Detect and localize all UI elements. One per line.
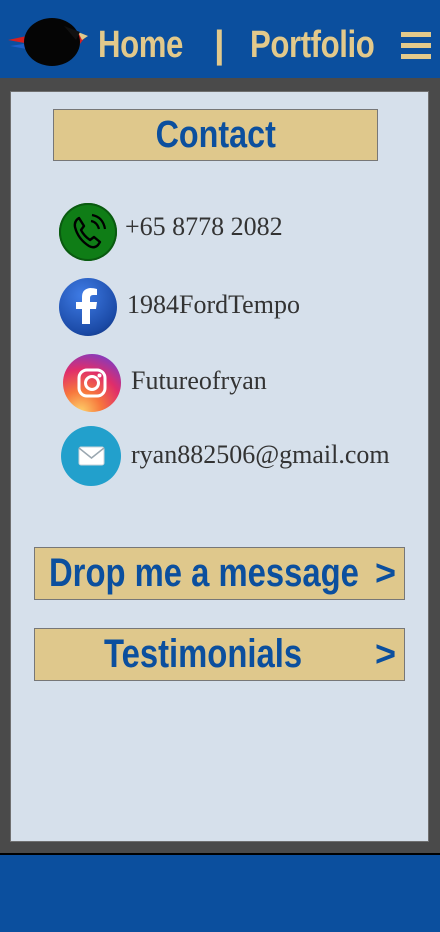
contact-facebook-text[interactable]: 1984FordTempo — [127, 290, 300, 320]
email-icon[interactable] — [61, 426, 121, 486]
contact-panel: Contact +65 8778 2082 1984FordTempo Futu… — [10, 91, 429, 842]
nav-separator: | — [214, 24, 225, 66]
nav-home-link[interactable]: Home — [98, 20, 183, 70]
contact-heading: Contact — [155, 114, 276, 156]
testimonials-arrow: > — [374, 633, 396, 674]
nav-portfolio-link[interactable]: Portfolio — [250, 20, 375, 70]
instagram-icon[interactable] — [63, 354, 121, 412]
facebook-icon[interactable] — [59, 278, 117, 336]
eagle-logo-icon[interactable] — [6, 14, 90, 70]
drop-message-button[interactable]: Drop me a message > — [34, 547, 405, 600]
testimonials-button[interactable]: Testimonials > — [34, 628, 405, 681]
footer-bar — [0, 853, 440, 932]
testimonials-label: Testimonials — [104, 632, 303, 676]
contact-email-text[interactable]: ryan882506@gmail.com — [131, 440, 390, 470]
drop-message-label: Drop me a message — [49, 551, 359, 595]
top-navigation-bar: Home | Portfolio — [0, 0, 440, 78]
contact-instagram-text[interactable]: Futureofryan — [131, 366, 267, 396]
hamburger-menu-icon[interactable] — [401, 32, 431, 60]
phone-icon[interactable] — [59, 203, 117, 261]
contact-heading-box: Contact — [53, 109, 378, 161]
contact-phone-text[interactable]: +65 8778 2082 — [125, 212, 283, 242]
drop-message-arrow: > — [374, 552, 396, 593]
